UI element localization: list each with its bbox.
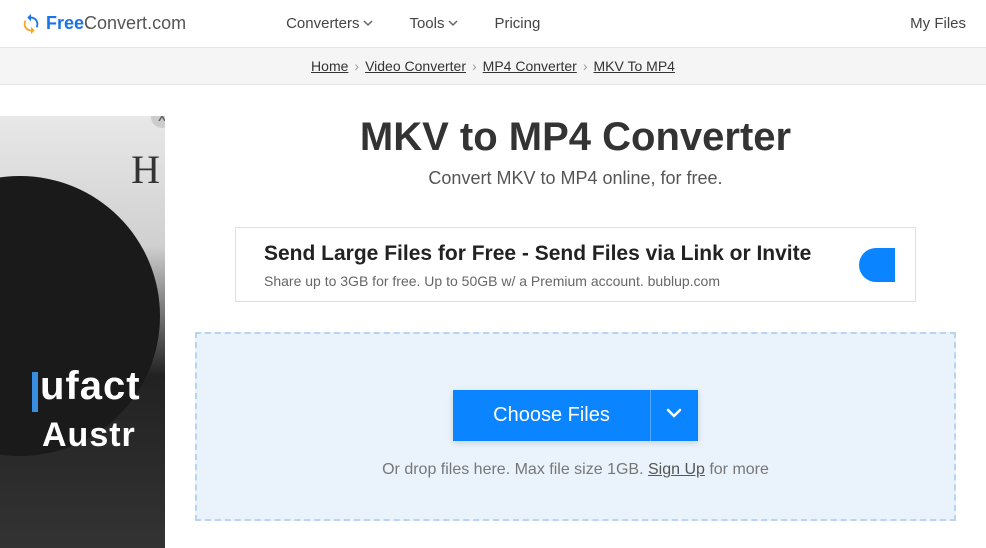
breadcrumb-bar: Home › Video Converter › MP4 Converter ›… <box>0 48 986 85</box>
left-sidebar-ad[interactable]: X H ufact Austr <box>0 116 165 548</box>
ad-close-button[interactable]: X <box>151 116 165 128</box>
page-title: MKV to MP4 Converter <box>195 115 956 160</box>
breadcrumb: Home › Video Converter › MP4 Converter ›… <box>0 58 986 74</box>
logo-text-free: Free <box>46 13 84 34</box>
chevron-down-icon <box>665 404 683 427</box>
ad-text-line1: ufact <box>40 364 141 409</box>
inline-ad[interactable]: Send Large Files for Free - Send Files v… <box>235 227 916 302</box>
inline-ad-button[interactable] <box>859 248 895 282</box>
signup-link[interactable]: Sign Up <box>648 461 705 478</box>
drop-hint-suffix: for more <box>705 461 769 478</box>
chevron-right-icon: › <box>354 58 359 74</box>
logo-text-com: .com <box>147 13 186 34</box>
top-nav: FreeConvert.com Converters Tools Pricing… <box>0 0 986 48</box>
inline-ad-subtitle: Share up to 3GB for free. Up to 50GB w/ … <box>264 273 843 289</box>
breadcrumb-home[interactable]: Home <box>311 58 348 74</box>
nav-tools[interactable]: Tools <box>409 15 458 32</box>
nav-pricing-label: Pricing <box>494 15 540 32</box>
inline-ad-text: Send Large Files for Free - Send Files v… <box>264 240 843 289</box>
chevron-down-icon <box>448 15 458 32</box>
nav-links: Converters Tools Pricing <box>286 15 540 32</box>
choose-files-button[interactable]: Choose Files <box>453 390 650 441</box>
nav-converters-label: Converters <box>286 15 359 32</box>
breadcrumb-current: MKV To MP4 <box>594 58 675 74</box>
page-subtitle: Convert MKV to MP4 online, for free. <box>195 168 956 189</box>
breadcrumb-mp4-converter[interactable]: MP4 Converter <box>483 58 577 74</box>
logo-text-convert: Convert <box>84 13 147 34</box>
main-content: MKV to MP4 Converter Convert MKV to MP4 … <box>165 85 986 541</box>
refresh-icon <box>20 13 42 35</box>
nav-tools-label: Tools <box>409 15 444 32</box>
chevron-right-icon: › <box>583 58 588 74</box>
logo[interactable]: FreeConvert.com <box>20 13 186 35</box>
close-icon: X <box>158 116 165 124</box>
drop-hint-prefix: Or drop files here. Max file size 1GB. <box>382 461 648 478</box>
chevron-right-icon: › <box>472 58 477 74</box>
ad-letter: H <box>131 146 160 193</box>
breadcrumb-video-converter[interactable]: Video Converter <box>365 58 466 74</box>
choose-files-dropdown[interactable] <box>650 390 698 441</box>
nav-myfiles-label: My Files <box>910 15 966 32</box>
choose-files-group: Choose Files <box>453 390 698 441</box>
ad-text-line2: Austr <box>42 416 136 455</box>
chevron-down-icon <box>363 15 373 32</box>
nav-pricing[interactable]: Pricing <box>494 15 540 32</box>
ad-graphic <box>0 176 160 456</box>
nav-converters[interactable]: Converters <box>286 15 373 32</box>
nav-myfiles[interactable]: My Files <box>910 15 966 32</box>
inline-ad-title: Send Large Files for Free - Send Files v… <box>264 240 843 267</box>
drop-hint: Or drop files here. Max file size 1GB. S… <box>217 461 934 479</box>
upload-dropzone[interactable]: Choose Files Or drop files here. Max fil… <box>195 332 956 521</box>
